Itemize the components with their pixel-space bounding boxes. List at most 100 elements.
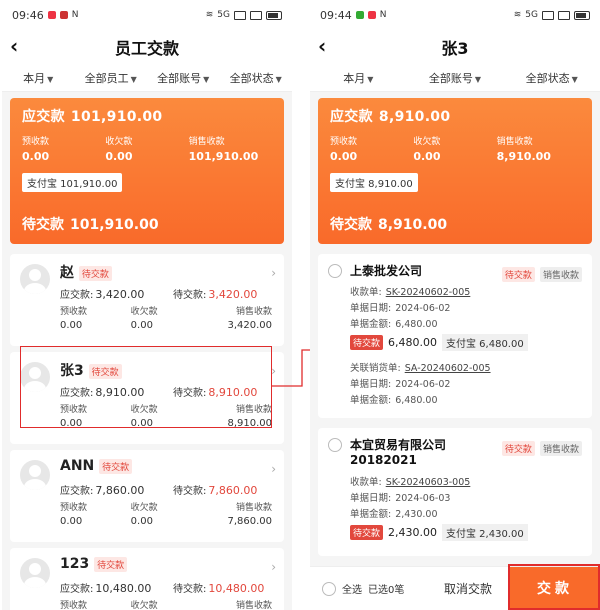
breakdown-col: 收欠款 0.00 bbox=[131, 304, 202, 331]
select-radio[interactable] bbox=[328, 264, 342, 278]
caret-down-icon: ▼ bbox=[275, 74, 282, 84]
col-label: 收欠款 bbox=[105, 137, 133, 147]
filter-label: 本月 bbox=[343, 71, 366, 85]
breakdown-col: 收欠款 0.00 bbox=[131, 500, 202, 527]
pending-amount: 待交款: 8,910.00 bbox=[173, 384, 257, 399]
related-amount-line: 单据金额: 6,480.00 bbox=[350, 392, 438, 406]
caret-down-icon: ▼ bbox=[571, 74, 578, 84]
select-radio[interactable] bbox=[328, 438, 342, 452]
col-value: 0.00 bbox=[105, 150, 133, 163]
employee-breakdown: 预收款 0.00 收欠款 0.00 销售收款 7,860.00 bbox=[60, 500, 272, 527]
status-badge: 待交款 bbox=[94, 556, 128, 572]
line-value: 6,480.00 bbox=[395, 319, 438, 330]
filter-status[interactable]: 全部状态 ▼ bbox=[503, 70, 600, 86]
breakdown-col: 销售收款 7,860.00 bbox=[201, 500, 272, 527]
cancel-payment-button[interactable]: 取消交款 bbox=[428, 567, 508, 610]
due-label: 应交款 bbox=[22, 109, 65, 125]
employee-card[interactable]: 123 待交款 › 应交款: 10,480.00 待交款: 10,480.00 预收… bbox=[10, 548, 284, 610]
avatar bbox=[20, 460, 50, 490]
back-arrow-icon[interactable]: ‹ bbox=[10, 35, 32, 57]
related-link[interactable]: SA-20240602-005 bbox=[405, 363, 491, 374]
nfc-icon: N bbox=[71, 10, 79, 20]
name-text: 张3 bbox=[60, 363, 84, 379]
amount-value: 8,910.00 bbox=[208, 386, 258, 399]
col-label: 销售收款 bbox=[496, 137, 533, 147]
amount-value: 3,420.00 bbox=[95, 288, 145, 301]
summary-col: 收欠款 0.00 bbox=[413, 134, 496, 163]
amount-line: 单据金额: 2,430.00 bbox=[350, 506, 438, 520]
avatar bbox=[20, 558, 50, 588]
filter-account[interactable]: 全部账号 ▼ bbox=[407, 70, 504, 86]
payment-row: 待交款 2,430.00 支付宝 2,430.00 bbox=[350, 524, 528, 541]
payment-method: 支付宝 2,430.00 bbox=[442, 524, 528, 541]
status-bar: 09:44 N ≋ 5G bbox=[310, 0, 600, 30]
filter-label: 本月 bbox=[23, 71, 46, 85]
pending-amount: 待交款: 10,480.00 bbox=[173, 580, 264, 595]
signal-icon bbox=[250, 10, 262, 20]
filter-status[interactable]: 全部状态 ▼ bbox=[220, 70, 293, 86]
filter-bar: 本月 ▼ 全部账号 ▼ 全部状态 ▼ bbox=[310, 64, 600, 92]
line-label: 单据金额: bbox=[350, 509, 392, 520]
breakdown-col: 销售收款 bbox=[201, 598, 272, 610]
employee-name: 赵 待交款 bbox=[60, 262, 112, 282]
select-all-label[interactable]: 全选 bbox=[342, 581, 362, 596]
summary-col: 销售收款 101,910.00 bbox=[189, 134, 272, 163]
page-title: 张3 bbox=[441, 39, 469, 58]
alipay-chip: 支付宝 101,910.00 bbox=[22, 173, 123, 192]
back-arrow-icon[interactable]: ‹ bbox=[318, 35, 340, 57]
col-label: 收欠款 bbox=[130, 405, 158, 415]
col-label: 销售收款 bbox=[188, 137, 225, 147]
chevron-right-icon: › bbox=[271, 560, 276, 574]
amount-label: 应交款: bbox=[60, 486, 94, 497]
amount-value: 7,860.00 bbox=[95, 484, 145, 497]
order-card[interactable]: 上泰批发公司 待交款 销售收款 收款单: SK-20240602-005 单据日期… bbox=[318, 254, 592, 418]
pending-badge: 待交款 bbox=[350, 525, 384, 540]
status-time: 09:46 bbox=[12, 8, 44, 22]
type-badge: 销售收款 bbox=[539, 441, 582, 456]
payment-method: 支付宝 6,480.00 bbox=[442, 334, 528, 351]
col-label: 预收款 bbox=[60, 405, 88, 415]
filter-account[interactable]: 全部账号 ▼ bbox=[147, 70, 220, 86]
employee-card[interactable]: ANN 待交款 › 应交款: 7,860.00 待交款: 7,860.00 预收款 0… bbox=[10, 450, 284, 542]
amount-label: 应交款: bbox=[60, 290, 94, 301]
line-label: 关联销货单: bbox=[350, 363, 401, 374]
name-text: 赵 bbox=[60, 265, 74, 281]
line-value: 6,480.00 bbox=[395, 395, 438, 406]
date-line: 单据日期: 2024-06-02 bbox=[350, 300, 450, 314]
pending-total: 待交款 8,910.00 bbox=[330, 214, 447, 234]
avatar bbox=[20, 264, 50, 294]
related-date-line: 单据日期: 2024-06-02 bbox=[350, 376, 450, 390]
pending-badge: 待交款 bbox=[350, 335, 384, 350]
breakdown-col: 预收款 bbox=[60, 598, 131, 610]
filter-label: 全部员工 bbox=[84, 71, 129, 85]
customer-name: 本宜贸易有限公司 20182021 bbox=[350, 436, 446, 467]
employee-card[interactable]: 赵 待交款 › 应交款: 3,420.00 待交款: 3,420.00 预收款 0.0… bbox=[10, 254, 284, 346]
col-value: 0.00 bbox=[22, 150, 50, 163]
due-label: 应交款 bbox=[330, 109, 373, 125]
receipt-link[interactable]: SK-20240603-005 bbox=[386, 477, 471, 488]
due-value: 8,910.00 bbox=[378, 109, 451, 125]
amount-label: 待交款: bbox=[173, 486, 207, 497]
amount-label: 应交款: bbox=[60, 388, 94, 399]
employee-detail-screen: 09:44 N ≋ 5G ‹ 张3 本月 ▼ 全部账号 ▼ 全部状态 ▼ 应交款 8,9… bbox=[310, 0, 600, 610]
line-label: 单据日期: bbox=[350, 379, 392, 390]
receipt-link[interactable]: SK-20240602-005 bbox=[386, 287, 471, 298]
submit-payment-button[interactable]: 交款 bbox=[510, 567, 600, 610]
col-value: 0.00 bbox=[130, 516, 153, 527]
employee-card[interactable]: 张3 待交款 › 应交款: 8,910.00 待交款: 8,910.00 预收款 0.… bbox=[10, 352, 284, 444]
filter-employee[interactable]: 全部员工 ▼ bbox=[75, 70, 148, 86]
employee-name: ANN 待交款 bbox=[60, 458, 133, 474]
amount-value: 10,480.00 bbox=[208, 582, 265, 595]
line-value: 2024-06-03 bbox=[395, 493, 451, 504]
customer-name: 上泰批发公司 bbox=[350, 264, 423, 278]
filter-month[interactable]: 本月 ▼ bbox=[310, 70, 407, 86]
filter-month[interactable]: 本月 ▼ bbox=[2, 70, 75, 86]
related-line: 关联销货单: SA-20240602-005 bbox=[350, 360, 491, 374]
order-card[interactable]: 本宜贸易有限公司 20182021 待交款 销售收款 收款单: SK-2024060… bbox=[318, 428, 592, 556]
due-amount: 应交款: 3,420.00 bbox=[60, 286, 144, 301]
col-label: 收欠款 bbox=[130, 503, 158, 513]
breakdown-col: 预收款 0.00 bbox=[60, 500, 131, 527]
select-all-radio[interactable] bbox=[322, 581, 336, 596]
col-label: 收欠款 bbox=[130, 601, 158, 610]
nfc-icon: N bbox=[379, 10, 387, 20]
